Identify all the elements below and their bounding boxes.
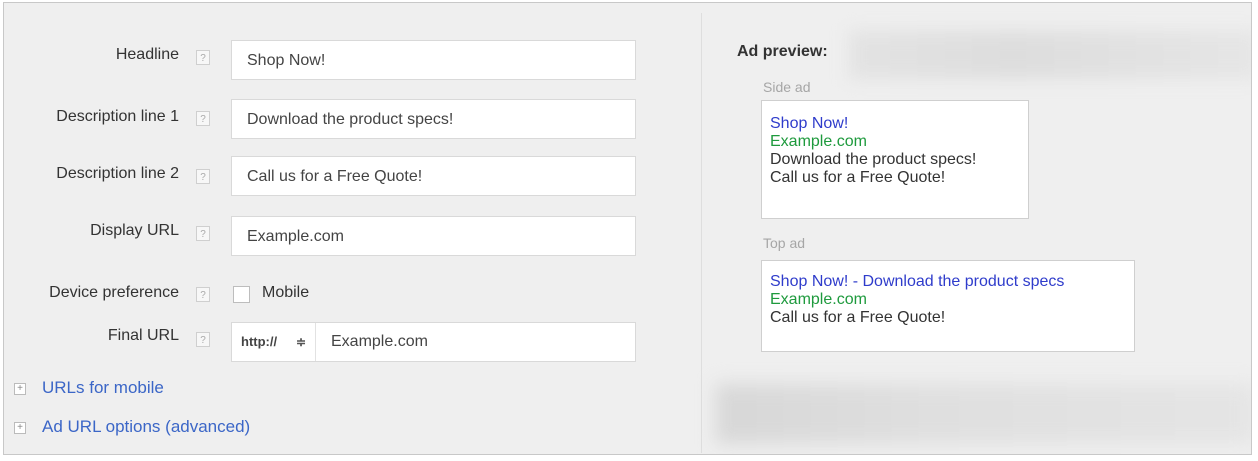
description-line-1-label: Description line 1 <box>56 108 179 125</box>
description-line-1-input[interactable]: Download the product specs! <box>231 99 636 139</box>
mobile-checkbox[interactable] <box>233 286 250 303</box>
ad-editor-panel: Headline ? Shop Now! Description line 1 … <box>3 2 1252 455</box>
final-url-help-icon[interactable]: ? <box>196 332 210 347</box>
top-ad-line-1: Call us for a Free Quote! <box>770 309 946 326</box>
display-url-label: Display URL <box>90 222 179 239</box>
ad-url-options-link[interactable]: Ad URL options (advanced) <box>42 417 250 437</box>
description-line-2-help-icon[interactable]: ? <box>196 169 210 184</box>
side-ad-headline: Shop Now! <box>770 115 849 132</box>
description-line-2-input[interactable]: Call us for a Free Quote! <box>231 156 636 196</box>
display-url-input[interactable]: Example.com <box>231 216 636 256</box>
headline-input[interactable]: Shop Now! <box>231 40 636 80</box>
side-ad-label: Side ad <box>763 79 811 95</box>
protocol-select[interactable]: http:// ≑ <box>232 323 316 361</box>
side-ad-preview: Shop Now! Example.com Download the produ… <box>761 100 1029 219</box>
ad-preview-title: Ad preview: <box>737 43 828 60</box>
top-ad-preview: Shop Now! - Download the product specs E… <box>761 260 1135 352</box>
description-line-2-label: Description line 2 <box>56 165 179 182</box>
column-divider <box>701 13 702 453</box>
blurred-region <box>849 31 1251 79</box>
description-line-1-help-icon[interactable]: ? <box>196 111 210 126</box>
expand-icon[interactable]: + <box>14 383 26 395</box>
side-ad-display-url: Example.com <box>770 133 867 150</box>
device-preference-label: Device preference <box>49 284 179 301</box>
top-ad-label: Top ad <box>763 235 806 251</box>
headline-help-icon[interactable]: ? <box>196 50 210 65</box>
headline-label: Headline <box>115 46 179 63</box>
blurred-region <box>716 384 1251 444</box>
device-preference-help-icon[interactable]: ? <box>196 287 210 302</box>
protocol-value: http:// <box>241 334 278 349</box>
final-url-field: http:// ≑ Example.com <box>231 322 636 362</box>
expand-icon[interactable]: + <box>14 422 26 434</box>
side-ad-line-1: Download the product specs! <box>770 151 977 168</box>
top-ad-headline: Shop Now! - Download the product specs <box>770 273 1065 290</box>
final-url-input[interactable]: Example.com <box>331 323 428 361</box>
side-ad-line-2: Call us for a Free Quote! <box>770 169 946 186</box>
top-ad-display-url: Example.com <box>770 291 867 308</box>
urls-for-mobile-link[interactable]: URLs for mobile <box>42 378 164 398</box>
select-arrows-icon: ≑ <box>296 335 307 349</box>
mobile-checkbox-label[interactable]: Mobile <box>262 284 309 302</box>
display-url-help-icon[interactable]: ? <box>196 226 210 241</box>
final-url-label: Final URL <box>107 327 179 344</box>
